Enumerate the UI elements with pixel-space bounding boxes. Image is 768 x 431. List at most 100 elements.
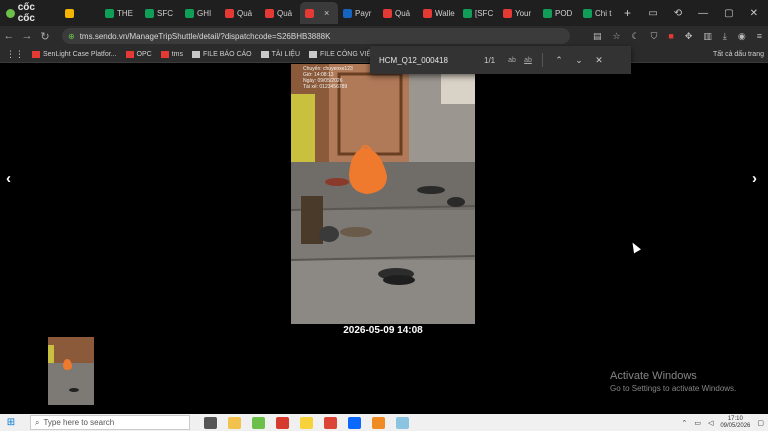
file-explorer-icon[interactable]	[228, 416, 241, 429]
browser-tab[interactable]: Quả	[378, 2, 418, 24]
browser-tab[interactable]: POD	[538, 2, 578, 24]
wps-icon[interactable]	[276, 416, 289, 429]
bookmark-item[interactable]: FILE BÁO CÁO	[192, 50, 252, 58]
reading-list-icon[interactable]: ▭	[648, 8, 657, 19]
new-tab-button[interactable]: +	[618, 6, 637, 20]
clock-time: 17:10	[727, 415, 743, 422]
bookmark-label: SenLight Case Platfor...	[43, 50, 117, 58]
network-icon[interactable]: ▭	[694, 419, 701, 427]
browser-tab[interactable]: Payr	[338, 2, 378, 24]
volume-icon[interactable]: ◁	[708, 419, 713, 427]
chrome-icon[interactable]	[324, 416, 337, 429]
extension-red-icon[interactable]: ■	[668, 31, 673, 41]
taskbar-apps	[204, 416, 409, 429]
delivery-photo[interactable]: Chuyến: chuyenxe123 Giờ: 14:08:13 Ngày: …	[291, 64, 475, 324]
find-input[interactable]: HCM_Q12_000418	[379, 56, 484, 65]
back-button[interactable]: ←	[0, 30, 18, 42]
app-icon[interactable]	[372, 416, 385, 429]
find-close-button[interactable]: ✕	[589, 55, 609, 66]
site-info-icon[interactable]: ⊕	[68, 32, 75, 41]
menu-icon[interactable]: ≡	[757, 31, 762, 41]
all-bookmarks[interactable]: Tất cả dấu trang	[710, 46, 764, 63]
tab-label: Quả	[277, 8, 293, 18]
sidebar-icon[interactable]: ▥	[703, 31, 712, 42]
tab-favicon-icon	[343, 8, 352, 18]
browser-tab[interactable]: THE	[100, 2, 140, 24]
browser-tab[interactable]: ×	[300, 2, 338, 24]
bookmark-item[interactable]: FILE CÔNG VIỆC	[309, 50, 377, 58]
browser-tab[interactable]	[60, 2, 100, 24]
bookmark-label: tms	[171, 50, 183, 58]
coccoc-icon	[6, 8, 15, 18]
browser-tab[interactable]: Your	[498, 2, 538, 24]
task-view-icon[interactable]	[204, 416, 217, 429]
maximize-button[interactable]: ▢	[724, 8, 733, 19]
bookmark-label: FILE CÔNG VIỆC	[320, 50, 377, 58]
find-in-page-bar: HCM_Q12_000418 1/1 ab ab ⌃ ⌄ ✕	[370, 46, 631, 74]
tray-chevron-icon[interactable]: ⌃	[681, 419, 687, 427]
address-bar[interactable]: ⊕ tms.sendo.vn/ManageTripShuttle/detail/…	[62, 28, 570, 44]
tab-bar: cốc cốc THE SFC GHI Quả Quả × Payr Quả Walle [SFC…	[0, 0, 768, 26]
bookmark-item[interactable]: tms	[160, 50, 183, 58]
bookmark-item[interactable]: OPC	[125, 50, 152, 58]
bookmark-item[interactable]: TÀI LIỆU	[260, 50, 300, 58]
next-image-button[interactable]: ›	[752, 170, 757, 187]
close-tab-icon[interactable]: ×	[324, 8, 329, 18]
apps-grid-icon[interactable]: ⋮⋮	[6, 49, 24, 60]
find-previous-button[interactable]: ⌃	[549, 55, 569, 66]
zalo-icon[interactable]	[348, 416, 361, 429]
close-window-button[interactable]: ✕	[750, 8, 758, 19]
coccoc-icon[interactable]	[252, 416, 265, 429]
taskbar-search[interactable]: ⌕ Type here to search	[30, 415, 190, 430]
browser-tab[interactable]: GHI	[180, 2, 220, 24]
browser-tab[interactable]: Chi t	[578, 2, 618, 24]
tab-label: Chi t	[595, 8, 612, 18]
bookmark-star-icon[interactable]: ☆	[612, 31, 620, 42]
match-case-toggle[interactable]: ab	[504, 57, 520, 64]
minimize-button[interactable]: —	[698, 8, 708, 19]
sticky-notes-icon[interactable]	[300, 416, 313, 429]
app-icon-2[interactable]	[396, 416, 409, 429]
shield-icon[interactable]: ⛉	[651, 31, 658, 42]
extensions-icon[interactable]: ✥	[685, 31, 693, 42]
window-controls: ▭ ⟲ — ▢ ✕	[648, 0, 768, 26]
browser-tab[interactable]: Walle	[418, 2, 458, 24]
download-icon[interactable]: ⤓	[723, 31, 727, 42]
image-viewer: Chuyến: chuyenxe123 Giờ: 14:08:13 Ngày: …	[0, 64, 768, 414]
bookmark-item[interactable]: SenLight Case Platfor...	[32, 50, 117, 58]
bookmark-label: OPC	[136, 50, 152, 58]
photo-thumbnail[interactable]	[48, 337, 94, 405]
browser-tab[interactable]: SFC	[140, 2, 180, 24]
history-icon[interactable]: ⟲	[674, 8, 682, 19]
previous-image-button[interactable]: ‹	[6, 170, 11, 187]
browser-tab[interactable]: Quả	[220, 2, 260, 24]
overlay-line: Tài xế: 0123456789	[303, 84, 348, 90]
url-text[interactable]: tms.sendo.vn/ManageTripShuttle/detail/?d…	[80, 32, 331, 41]
clock-date: 09/05/2026	[720, 422, 751, 429]
folder-icon	[260, 50, 269, 58]
find-next-button[interactable]: ⌄	[569, 55, 589, 66]
forward-button[interactable]: →	[18, 30, 36, 42]
watermark-subtitle: Go to Settings to activate Windows.	[610, 384, 737, 393]
tab-favicon-icon	[543, 8, 552, 18]
start-button[interactable]: ⊞	[0, 417, 22, 428]
photo-graphic	[291, 64, 475, 324]
browser-brand-name: cốc cốc	[17, 2, 35, 24]
page-translate-icon[interactable]: ▤	[593, 31, 602, 42]
whole-word-toggle[interactable]: ab	[520, 57, 536, 64]
clock[interactable]: 17:10 09/05/2026	[720, 416, 750, 430]
browser-tab[interactable]: [SFC	[458, 2, 498, 24]
browser-logo[interactable]: cốc cốc	[0, 2, 60, 24]
browser-toolbar: ← → ↻ ⊕ tms.sendo.vn/ManageTripShuttle/d…	[0, 26, 768, 46]
mouse-cursor	[629, 240, 641, 254]
dark-mode-icon[interactable]: ☾	[632, 31, 640, 42]
reload-button[interactable]: ↻	[36, 30, 54, 43]
photo-overlay-text: Chuyến: chuyenxe123 Giờ: 14:08:13 Ngày: …	[303, 66, 353, 90]
notification-icon[interactable]: ▢	[757, 419, 764, 427]
tab-favicon-icon	[105, 8, 114, 18]
windows-taskbar: ⊞ ⌕ Type here to search ⌃ ▭ ◁ 17:10 09/0…	[0, 414, 768, 431]
tab-favicon-icon	[383, 8, 392, 18]
tab-favicon-icon	[185, 8, 194, 18]
browser-tab[interactable]: Quả	[260, 2, 300, 24]
profile-icon[interactable]: ◉	[738, 31, 746, 42]
